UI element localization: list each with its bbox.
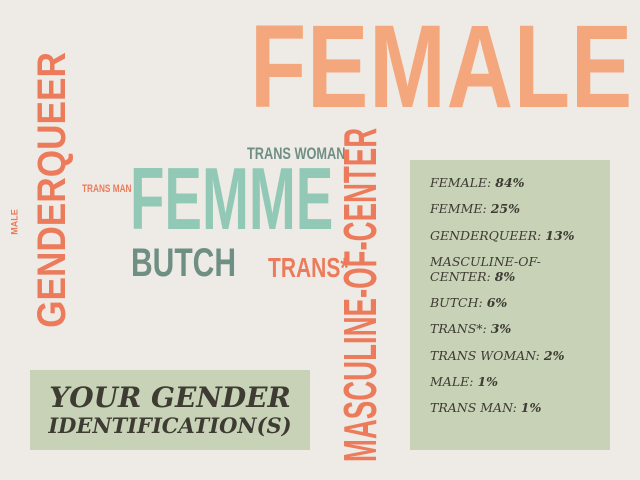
word-femme: FEMME <box>130 149 334 248</box>
stat-value: 6% <box>486 294 508 310</box>
stat-label: TRANS*: <box>430 321 487 337</box>
stat-value: 3% <box>490 321 512 337</box>
word-genderqueer: GENDERQUEER <box>30 52 74 328</box>
word-butch: BUTCH <box>131 241 236 285</box>
stat-row: TRANS*: 3% <box>430 322 596 336</box>
stat-row: MASCULINE-OF-CENTER: 8% <box>430 254 596 284</box>
title-line-1: YOUR GENDER <box>49 380 291 414</box>
stat-value: 1% <box>477 374 499 389</box>
stat-label: FEMME: <box>430 201 487 217</box>
stat-row: MALE: 1% <box>430 374 596 389</box>
word-trans-man: TRANS MAN <box>82 183 132 195</box>
stat-value: 1% <box>520 400 542 416</box>
stat-label: TRANS WOMAN: <box>430 347 540 363</box>
stat-row: TRANS MAN: 1% <box>430 401 596 415</box>
word-male: MALE <box>9 209 20 235</box>
stat-row: FEMALE: 84% <box>430 175 596 190</box>
stat-value: 2% <box>543 347 565 363</box>
stats-panel: FEMALE: 84% FEMME: 25% GENDERQUEER: 13% … <box>410 160 610 450</box>
stat-label: FEMALE: <box>430 175 492 190</box>
stat-row: GENDERQUEER: 13% <box>430 227 596 243</box>
stat-label: BUTCH: <box>430 294 483 310</box>
stat-label: GENDERQUEER: <box>430 227 542 243</box>
stat-row: FEMME: 25% <box>430 202 596 216</box>
stat-row: BUTCH: 6% <box>430 294 596 310</box>
title-panel: YOUR GENDER IDENTIFICATION(S) <box>30 370 310 450</box>
title-line-2: IDENTIFICATION(S) <box>48 413 292 439</box>
stat-label: MALE: <box>430 374 474 389</box>
stat-label: MASCULINE-OF-CENTER: <box>430 254 541 284</box>
word-masculine-of-center: MASCULINE-OF-CENTER <box>334 127 386 463</box>
stat-value: 25% <box>490 201 520 217</box>
stat-value: 84% <box>495 175 525 190</box>
stat-value: 8% <box>494 268 516 284</box>
stat-label: TRANS MAN: <box>430 400 517 416</box>
word-female: FEMALE <box>250 1 634 133</box>
stat-row: TRANS WOMAN: 2% <box>430 347 596 363</box>
stat-value: 13% <box>545 227 575 243</box>
